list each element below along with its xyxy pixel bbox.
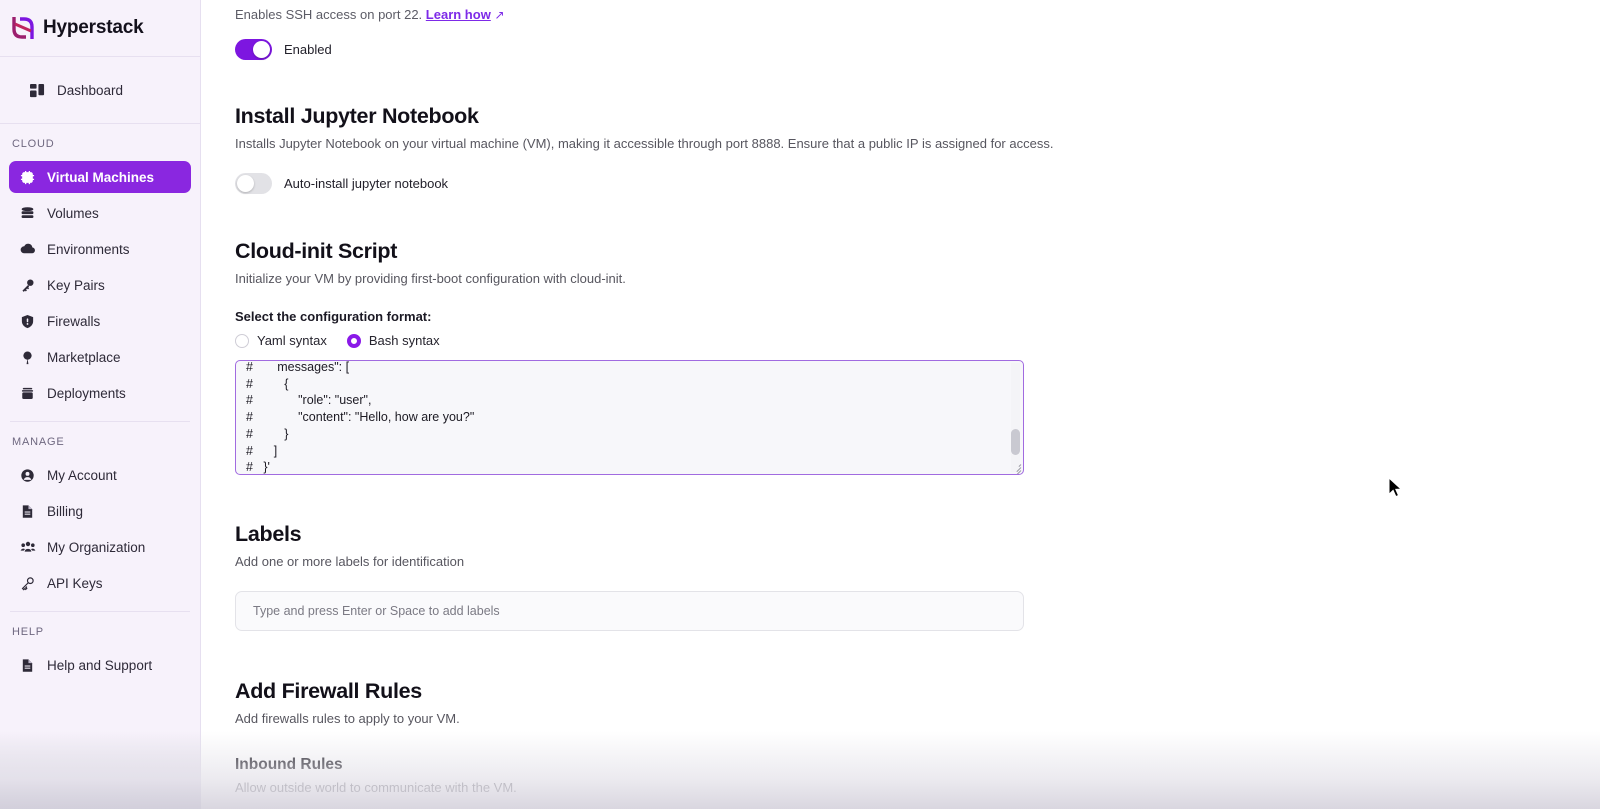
sidebar-item-marketplace[interactable]: Marketplace bbox=[9, 341, 191, 373]
labels-input-placeholder: Type and press Enter or Space to add lab… bbox=[253, 604, 500, 618]
form-scroll-area: Enables SSH access on port 22. Learn how… bbox=[201, 0, 1600, 795]
radio-circle-icon bbox=[346, 333, 361, 348]
firewall-title: Add Firewall Rules bbox=[235, 679, 422, 703]
jupyter-section: Install Jupyter Notebook Installs Jupyte… bbox=[235, 104, 1600, 194]
sidebar-item-virtual-machines[interactable]: Virtual Machines bbox=[9, 161, 191, 193]
jupyter-toggle-row: Auto-install jupyter notebook bbox=[235, 173, 1600, 194]
labels-section: Labels Add one or more labels for identi… bbox=[235, 522, 1600, 631]
sidebar-top-group: Dashboard bbox=[0, 57, 200, 124]
textarea-scrollbar-thumb[interactable] bbox=[1011, 429, 1020, 455]
cloud-init-title: Cloud-init Script bbox=[235, 239, 398, 263]
firewall-subtitle: Add firewalls rules to apply to your VM. bbox=[235, 711, 460, 726]
sidebar-item-my-organization[interactable]: My Organization bbox=[9, 531, 191, 563]
labels-subtitle: Add one or more labels for identificatio… bbox=[235, 554, 465, 569]
sidebar: Hyperstack Dashboard CLOUD Virtual Machi… bbox=[0, 0, 201, 809]
radio-circle-icon bbox=[235, 333, 249, 348]
sidebar-item-api-keys[interactable]: API Keys bbox=[9, 567, 191, 599]
sidebar-item-label: My Organization bbox=[47, 539, 146, 555]
document-icon bbox=[19, 503, 36, 520]
sidebar-item-label: Marketplace bbox=[47, 349, 121, 365]
key-outline-icon bbox=[19, 575, 36, 592]
brand-header[interactable]: Hyperstack bbox=[0, 0, 200, 57]
radio-yaml-syntax[interactable]: Yaml syntax bbox=[235, 333, 327, 348]
inbound-rules-title: Inbound Rules bbox=[235, 756, 343, 773]
config-format-radios: Yaml syntax Bash syntax bbox=[235, 333, 1600, 348]
cloud-init-script-textarea[interactable]: # messages": [ # { # "role": "user", # "… bbox=[235, 360, 1024, 475]
chip-icon bbox=[19, 169, 36, 186]
app-root: Hyperstack Dashboard CLOUD Virtual Machi… bbox=[0, 0, 1600, 809]
sidebar-item-label: API Keys bbox=[47, 575, 103, 591]
learn-how-link[interactable]: Learn how bbox=[426, 7, 491, 22]
sidebar-item-firewalls[interactable]: Firewalls bbox=[9, 305, 191, 337]
sidebar-group-label-cloud: CLOUD bbox=[12, 138, 55, 150]
ssh-description-row: Enables SSH access on port 22. Learn how… bbox=[235, 7, 1600, 22]
jupyter-title: Install Jupyter Notebook bbox=[235, 104, 479, 128]
sidebar-item-label: My Account bbox=[47, 467, 117, 483]
pin-icon bbox=[19, 349, 36, 366]
cloud-init-subtitle: Initialize your VM by providing first-bo… bbox=[235, 271, 626, 286]
inbound-rules-subtitle: Allow outside world to communicate with … bbox=[235, 780, 517, 795]
sidebar-item-label: Deployments bbox=[47, 385, 126, 401]
sidebar-item-volumes[interactable]: Volumes bbox=[9, 197, 191, 229]
jupyter-subtitle: Installs Jupyter Notebook on your virtua… bbox=[235, 136, 1054, 151]
ssh-description: Enables SSH access on port 22. bbox=[235, 7, 423, 22]
sidebar-item-help-and-support[interactable]: Help and Support bbox=[9, 649, 191, 681]
sidebar-item-label: Firewalls bbox=[47, 313, 101, 329]
sidebar-item-my-account[interactable]: My Account bbox=[9, 459, 191, 491]
main-content: Enables SSH access on port 22. Learn how… bbox=[201, 0, 1600, 809]
sidebar-item-deployments[interactable]: Deployments bbox=[9, 377, 191, 409]
firewall-section: Add Firewall Rules Add firewalls rules t… bbox=[235, 679, 1600, 795]
external-link-icon: ↗ bbox=[494, 8, 505, 22]
cloud-init-textarea-wrapper: # messages": [ # { # "role": "user", # "… bbox=[235, 360, 1024, 475]
textarea-resize-handle[interactable] bbox=[1010, 461, 1022, 474]
radio-label: Bash syntax bbox=[368, 333, 440, 348]
sidebar-item-label: Billing bbox=[47, 503, 84, 519]
sidebar-item-environments[interactable]: Environments bbox=[9, 233, 191, 265]
labels-title: Labels bbox=[235, 522, 302, 546]
sidebar-item-label: Volumes bbox=[47, 205, 99, 221]
cloud-init-script-text: # messages": [ # { # "role": "user", # "… bbox=[246, 360, 475, 475]
sidebar-item-billing[interactable]: Billing bbox=[9, 495, 191, 527]
sidebar-item-key-pairs[interactable]: Key Pairs bbox=[9, 269, 191, 301]
user-circle-icon bbox=[19, 467, 36, 484]
textarea-scrollbar-track[interactable] bbox=[1011, 363, 1020, 472]
ssh-section: Enables SSH access on port 22. Learn how… bbox=[235, 0, 1600, 60]
sidebar-item-label: Key Pairs bbox=[47, 277, 105, 293]
key-icon bbox=[19, 277, 36, 294]
sidebar-item-label: Dashboard bbox=[57, 82, 124, 98]
sidebar-item-label: Virtual Machines bbox=[47, 169, 155, 185]
cloud-init-section: Cloud-init Script Initialize your VM by … bbox=[235, 239, 1600, 475]
auto-install-jupyter-toggle[interactable] bbox=[235, 173, 272, 194]
toggle-knob bbox=[253, 41, 270, 58]
brand-name: Hyperstack bbox=[43, 17, 144, 38]
sidebar-group-label-manage: MANAGE bbox=[12, 436, 65, 448]
ssh-toggle-label: Enabled bbox=[284, 42, 332, 57]
sidebar-item-dashboard[interactable]: Dashboard bbox=[19, 74, 181, 106]
sidebar-item-label: Environments bbox=[47, 241, 130, 257]
shield-icon bbox=[19, 313, 36, 330]
radio-bash-syntax[interactable]: Bash syntax bbox=[346, 333, 440, 348]
ssh-enabled-toggle[interactable] bbox=[235, 39, 272, 60]
toggle-knob bbox=[237, 175, 254, 192]
sidebar-group-label-help: HELP bbox=[12, 626, 44, 638]
cloud-icon bbox=[19, 241, 36, 258]
radio-label: Yaml syntax bbox=[257, 333, 327, 348]
database-icon bbox=[19, 205, 36, 222]
hyperstack-logo-icon bbox=[12, 15, 34, 41]
box-icon bbox=[19, 385, 36, 402]
ssh-toggle-row: Enabled bbox=[235, 39, 1600, 60]
dashboard-icon bbox=[29, 82, 46, 99]
jupyter-toggle-label: Auto-install jupyter notebook bbox=[284, 176, 449, 191]
sidebar-item-label: Help and Support bbox=[47, 657, 153, 673]
labels-input[interactable]: Type and press Enter or Space to add lab… bbox=[235, 591, 1024, 631]
people-icon bbox=[19, 539, 36, 556]
config-format-label: Select the configuration format: bbox=[235, 309, 432, 324]
document-icon bbox=[19, 657, 36, 674]
config-format-group: Select the configuration format: Yaml sy… bbox=[235, 309, 1600, 348]
inbound-rules-block: Inbound Rules Allow outside world to com… bbox=[235, 756, 1600, 795]
